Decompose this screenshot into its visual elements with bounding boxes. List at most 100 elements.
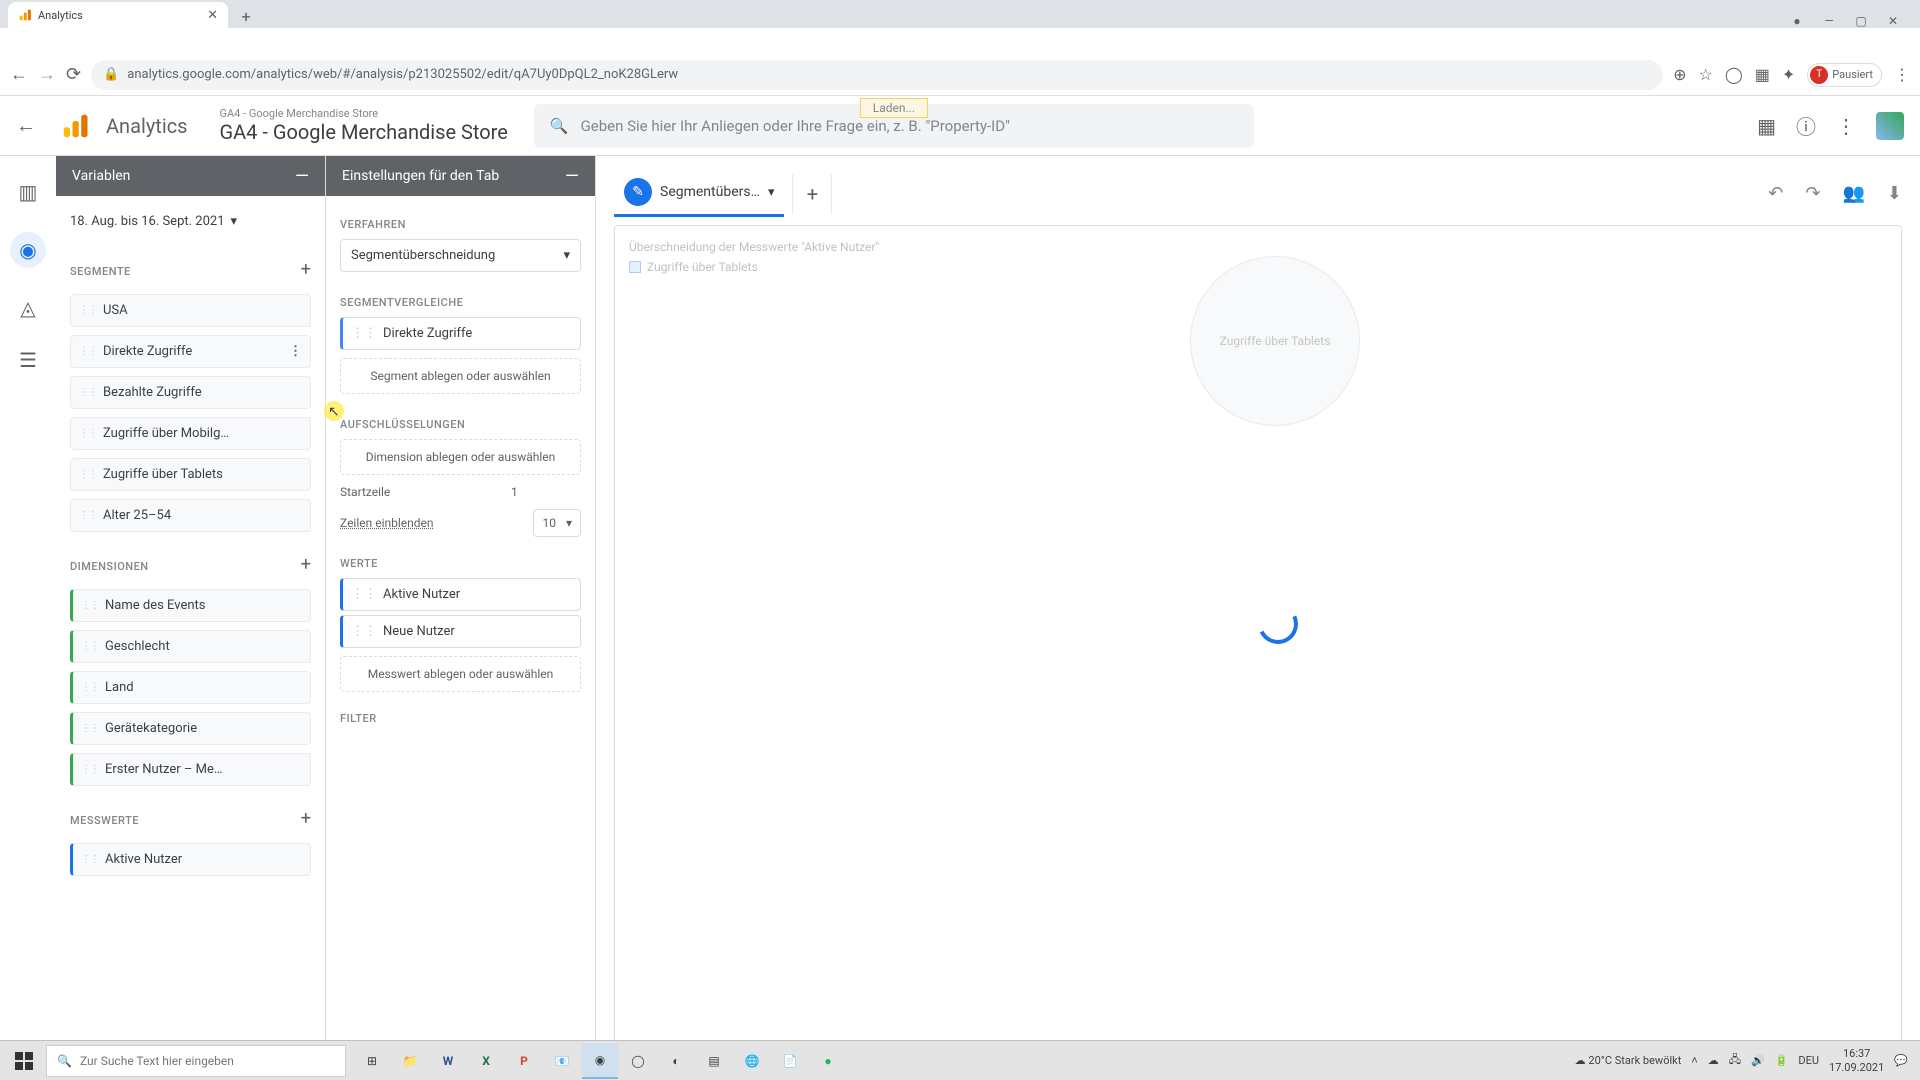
header-back-icon[interactable]: ← <box>16 113 44 138</box>
kebab-menu-icon[interactable]: ⋮ <box>1836 114 1856 138</box>
address-bar[interactable]: 🔒 analytics.google.com/analytics/web/#/a… <box>91 60 1663 90</box>
variables-collapse-icon[interactable]: — <box>295 166 309 187</box>
back-icon[interactable]: ← <box>10 64 28 85</box>
dimension-chip[interactable]: ⋮⋮Land <box>70 671 311 704</box>
forward-icon: → <box>38 64 56 85</box>
segment-drop-zone[interactable]: Segment ablegen oder auswählen <box>340 358 581 394</box>
add-metric-button[interactable]: + <box>301 808 311 829</box>
search-bar[interactable]: Laden... 🔍 Geben Sie hier Ihr Anliegen o… <box>534 104 1254 148</box>
browser-tab[interactable]: Analytics ✕ <box>8 2 228 28</box>
cursor-icon: ↖ <box>328 404 340 420</box>
export-icon[interactable]: ⬇ <box>1887 183 1902 204</box>
extension-2-icon[interactable]: ▦ <box>1755 65 1770 84</box>
segment-chip[interactable]: ⋮⋮Alter 25–54 <box>70 499 311 532</box>
redo-icon[interactable]: ↷ <box>1805 183 1820 204</box>
date-range-selector[interactable]: 18. Aug. bis 16. Sept. 2021 ▾ <box>70 206 311 237</box>
applied-value[interactable]: ⋮⋮Aktive Nutzer <box>340 578 581 611</box>
metric-chip[interactable]: ⋮⋮Aktive Nutzer <box>70 843 311 876</box>
windows-search[interactable]: 🔍 Zur Suche Text hier eingeben <box>46 1045 346 1077</box>
window-minimize-icon[interactable]: — <box>1822 14 1836 28</box>
dimension-drop-zone[interactable]: Dimension ablegen oder auswählen <box>340 439 581 475</box>
tab-title: Analytics <box>38 9 83 22</box>
word-icon[interactable]: W <box>430 1043 466 1079</box>
new-tab-button[interactable]: + <box>234 4 258 28</box>
settings-collapse-icon[interactable]: — <box>565 166 579 187</box>
edit-icon: ✎ <box>624 178 652 206</box>
task-view-icon[interactable]: ⊞ <box>354 1043 390 1079</box>
grip-icon: ⋮⋮ <box>351 624 377 639</box>
dimension-chip[interactable]: ⋮⋮Name des Events <box>70 589 311 622</box>
variables-panel: Variablen — 18. Aug. bis 16. Sept. 2021 … <box>56 156 326 1080</box>
account-dot-icon[interactable]: ● <box>1790 14 1804 28</box>
help-icon[interactable]: ⓘ <box>1796 111 1816 140</box>
apps-icon[interactable]: ▦ <box>1757 114 1776 138</box>
explore-icon[interactable]: ◉ <box>10 232 46 268</box>
dimension-chip[interactable]: ⋮⋮Erster Nutzer – Me… <box>70 753 311 786</box>
segment-chip[interactable]: ⋮⋮Direkte Zugriffe⋮ <box>70 335 311 368</box>
reports-icon[interactable]: ▥ <box>19 180 38 204</box>
window-close-icon[interactable]: ✕ <box>1886 14 1900 28</box>
start-button[interactable] <box>4 1045 44 1077</box>
reload-icon[interactable]: ⟳ <box>66 64 81 85</box>
segment-chip[interactable]: ⋮⋮Zugriffe über Tablets <box>70 458 311 491</box>
bookmark-icon[interactable]: ☆ <box>1699 65 1713 84</box>
breakdowns-label: AUFSCHLÜSSELUNGEN <box>340 418 581 431</box>
dimension-chip[interactable]: ⋮⋮Geschlecht <box>70 630 311 663</box>
notifications-icon[interactable]: 💬 <box>1894 1054 1908 1067</box>
applied-segment[interactable]: ⋮⋮ Direkte Zugriffe <box>340 317 581 350</box>
advertising-icon[interactable]: ◬ <box>20 296 35 320</box>
user-avatar[interactable] <box>1876 112 1904 140</box>
segment-chip[interactable]: ⋮⋮Zugriffe über Mobilg… <box>70 417 311 450</box>
metric-drop-zone[interactable]: Messwert ablegen oder auswählen <box>340 656 581 692</box>
undo-icon[interactable]: ↶ <box>1768 183 1783 204</box>
add-segment-button[interactable]: + <box>301 259 311 280</box>
canvas-tab[interactable]: ✎ Segmentübers… ▾ <box>614 170 784 217</box>
loading-indicator: Laden... <box>860 98 928 118</box>
start-row-value[interactable]: 1 <box>511 485 581 499</box>
chrome-icon[interactable]: ◉ <box>582 1043 618 1079</box>
profile-badge[interactable]: T Pausiert <box>1807 63 1882 87</box>
volume-icon[interactable]: 🔊 <box>1751 1054 1765 1067</box>
technique-select[interactable]: Segmentüberschneidung ▾ <box>340 239 581 272</box>
chevron-down-icon: ▾ <box>566 516 572 530</box>
tray-chevron-icon[interactable]: ˄ <box>1691 1054 1697 1067</box>
configure-icon[interactable]: ☰ <box>19 348 37 372</box>
clock[interactable]: 16:37 17.09.2021 <box>1829 1047 1884 1073</box>
spotify-icon[interactable]: ● <box>810 1043 846 1079</box>
excel-icon[interactable]: X <box>468 1043 504 1079</box>
applied-value[interactable]: ⋮⋮Neue Nutzer <box>340 615 581 648</box>
segments-section-label: SEGMENTE <box>70 265 131 278</box>
network-icon[interactable]: 🖧 <box>1729 1051 1741 1070</box>
language-indicator[interactable]: DEU <box>1798 1054 1819 1067</box>
app-icon-1[interactable]: ◐ <box>658 1043 694 1079</box>
obs-icon[interactable]: ◯ <box>620 1043 656 1079</box>
dimension-chip[interactable]: ⋮⋮Gerätekategorie <box>70 712 311 745</box>
chip-more-icon[interactable]: ⋮ <box>289 344 302 359</box>
property-selector[interactable]: GA4 - Google Merchandise Store GA4 - Goo… <box>220 107 508 144</box>
segment-chip[interactable]: ⋮⋮Bezahlte Zugriffe <box>70 376 311 409</box>
extension-1-icon[interactable]: ◯ <box>1725 65 1743 84</box>
powerpoint-icon[interactable]: P <box>506 1043 542 1079</box>
app-icon-2[interactable]: ▤ <box>696 1043 732 1079</box>
add-tab-button[interactable]: + <box>792 174 832 214</box>
segment-chip[interactable]: ⋮⋮USA <box>70 294 311 327</box>
weather-widget[interactable]: ☁ 20°C Stark bewölkt <box>1575 1054 1682 1067</box>
mail-icon[interactable]: 📧 <box>544 1043 580 1079</box>
share-icon[interactable]: 👥 <box>1842 183 1864 204</box>
rows-show-select[interactable]: 10 ▾ <box>533 509 581 537</box>
tab-close-icon[interactable]: ✕ <box>207 8 218 23</box>
battery-icon[interactable]: 🔋 <box>1775 1054 1789 1067</box>
window-maximize-icon[interactable]: ▢ <box>1854 14 1868 28</box>
grip-icon: ⋮⋮ <box>81 723 99 734</box>
extensions-icon[interactable]: ✦ <box>1782 65 1795 84</box>
onedrive-icon[interactable]: ☁ <box>1708 1054 1719 1067</box>
tab-menu-chevron-icon[interactable]: ▾ <box>768 185 775 200</box>
add-dimension-button[interactable]: + <box>301 554 311 575</box>
edge-icon[interactable]: 🌐 <box>734 1043 770 1079</box>
chrome-menu-icon[interactable]: ⋮ <box>1894 65 1910 84</box>
notepad-icon[interactable]: 📄 <box>772 1043 808 1079</box>
file-explorer-icon[interactable]: 📁 <box>392 1043 428 1079</box>
technique-label: VERFAHREN <box>340 218 581 231</box>
grip-icon: ⋮⋮ <box>81 764 99 775</box>
zoom-icon[interactable]: ⊕ <box>1673 65 1686 84</box>
